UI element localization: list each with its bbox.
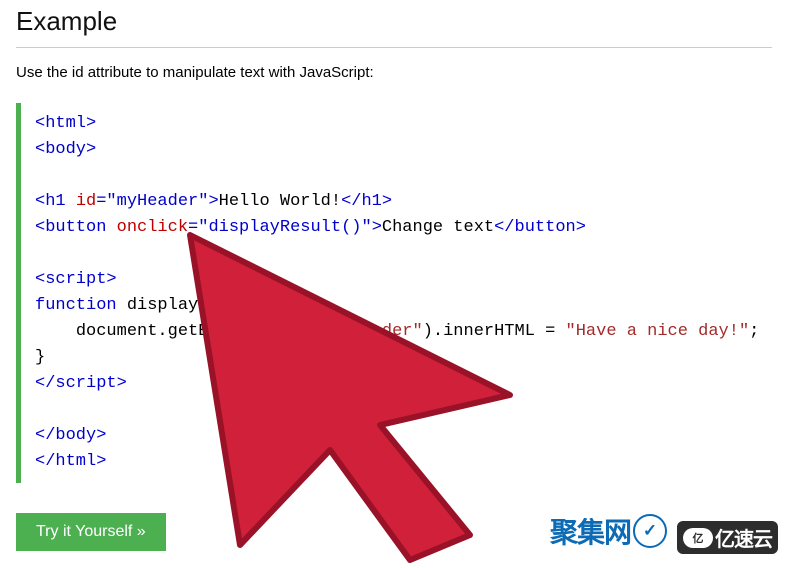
tag-close: > [372,218,382,237]
code-example: <html> <body> <h1 id="myHeader">Hello Wo… [16,103,772,483]
divider [16,47,772,48]
attr-id: id [76,192,96,211]
description-text: Use the id attribute to manipulate text … [16,64,772,81]
indent [35,322,76,341]
tag-html-open: <html> [35,114,96,133]
text-change: Change text [382,218,494,237]
arg-id: "myHeader" [321,322,423,341]
attr-onclick: onclick [117,218,188,237]
logo-yisu-text: 亿速云 [715,523,772,552]
val-onclick: "displayResult()" [198,218,371,237]
close-brace: } [35,348,45,367]
page-title: Example [16,6,772,37]
try-it-button[interactable]: Try it Yourself » [16,513,166,551]
val-id: "myHeader" [106,192,208,211]
logo-yisu: 亿 亿速云 [677,521,778,554]
after: ).innerHTML = [423,322,566,341]
eq: = [96,192,106,211]
tag-body-open: <body> [35,140,96,159]
kw-function: function [35,296,117,315]
tag-button-close: </button> [494,218,586,237]
page: Example Use the id attribute to manipula… [0,0,788,568]
cloud-icon: 亿 [683,528,713,548]
watermark-logos: 聚集网 ✓ 亿 亿速云 [546,511,778,555]
semi: ; [749,322,759,341]
tag-html-close: </html> [35,452,106,471]
text-hello: Hello World! [219,192,341,211]
tag-button-open: <button [35,218,117,237]
tag-h1-close: </h1> [341,192,392,211]
tag-body-close: </body> [35,426,106,445]
logo-jujiwang-text: 聚集网 [550,511,631,551]
str-nice-day: "Have a nice day!" [566,322,750,341]
tag-script-open: <script> [35,270,117,289]
doc-get: document.getElementById( [76,322,321,341]
eq: = [188,218,198,237]
logo-jujiwang: 聚集网 ✓ [546,511,671,551]
tag-h1-open: <h1 [35,192,76,211]
tag-close: > [208,192,218,211]
fn-rest: displayResult() { [117,296,301,315]
logo-bubble-icon: ✓ [633,514,667,548]
tag-script-close: </script> [35,374,127,393]
